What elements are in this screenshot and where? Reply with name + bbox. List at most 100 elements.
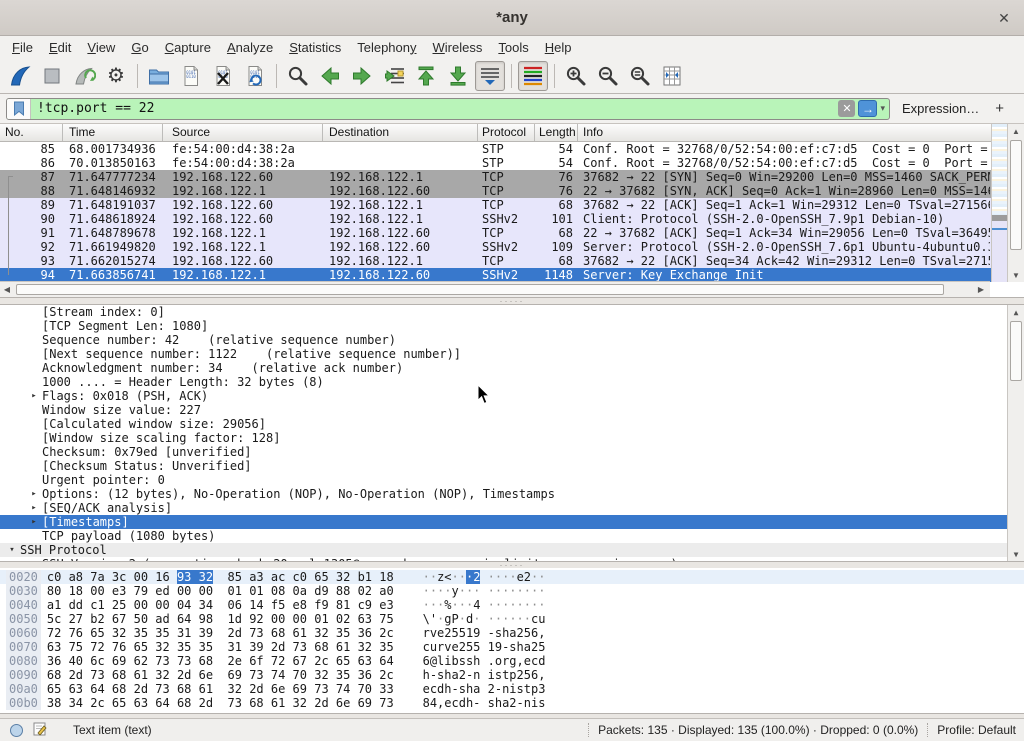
menu-analyze[interactable]: Analyze xyxy=(219,38,281,57)
menu-statistics[interactable]: Statistics xyxy=(281,38,349,57)
hex-bytes[interactable]: 63 75 72 76 65 32 35 35 31 39 2d 73 68 6… xyxy=(47,640,394,654)
scroll-down-icon[interactable]: ▼ xyxy=(1008,547,1024,561)
hex-bytes[interactable]: 72 76 65 32 35 35 31 39 2d 73 68 61 32 3… xyxy=(47,626,394,640)
expand-arrow-icon[interactable]: ▸ xyxy=(26,389,42,403)
save-file-button[interactable]: 01010110 xyxy=(176,61,206,91)
hex-ascii[interactable]: 84,ecdh- sha2-nis xyxy=(423,696,546,710)
hex-row-0040[interactable]: 0040a1 dd c1 25 00 00 04 34 06 14 f5 e8 … xyxy=(0,598,1024,612)
hex-bytes[interactable]: a1 dd c1 25 00 00 04 34 06 14 f5 e8 f9 8… xyxy=(47,598,394,612)
hex-bytes[interactable]: 68 2d 73 68 61 32 2d 6e 69 73 74 70 32 3… xyxy=(47,668,394,682)
restart-capture-button[interactable] xyxy=(69,61,99,91)
filter-input[interactable]: !tcp.port == 22 xyxy=(31,101,838,116)
resize-columns-button[interactable] xyxy=(657,61,687,91)
go-first-button[interactable] xyxy=(411,61,441,91)
detail-line[interactable]: Sequence number: 42 (relative sequence n… xyxy=(0,333,1024,347)
hex-row-0030[interactable]: 003080 18 00 e3 79 ed 00 00 01 01 08 0a … xyxy=(0,584,1024,598)
go-last-button[interactable] xyxy=(443,61,473,91)
column-header-no[interactable]: No. xyxy=(0,124,63,141)
hex-row-0070[interactable]: 007063 75 72 76 65 32 35 35 31 39 2d 73 … xyxy=(0,640,1024,654)
detail-line[interactable]: Urgent pointer: 0 xyxy=(0,473,1024,487)
detail-line[interactable]: [Calculated window size: 29056] xyxy=(0,417,1024,431)
scroll-left-icon[interactable]: ◀ xyxy=(0,282,14,297)
detail-line[interactable]: [Stream index: 0] xyxy=(0,305,1024,319)
column-header-protocol[interactable]: Protocol xyxy=(478,124,535,141)
hex-ascii[interactable]: 6@libssh .org,ecd xyxy=(423,654,546,668)
start-capture-button[interactable] xyxy=(5,61,35,91)
expand-arrow-icon[interactable]: ▸ xyxy=(26,501,42,515)
filter-dropdown-caret-icon[interactable]: ▾ xyxy=(880,103,885,114)
expression-button[interactable]: Expression… xyxy=(902,101,979,116)
menu-tools[interactable]: Tools xyxy=(490,38,536,57)
zoom-in-button[interactable] xyxy=(561,61,591,91)
scroll-up-icon[interactable]: ▲ xyxy=(1008,305,1024,319)
add-filter-button[interactable]: + xyxy=(989,100,1010,117)
hex-bytes[interactable]: 65 63 64 68 2d 73 68 61 32 2d 6e 69 73 7… xyxy=(47,682,394,696)
detail-line[interactable]: Checksum: 0x79ed [unverified] xyxy=(0,445,1024,459)
detail-line[interactable]: ▸Flags: 0x018 (PSH, ACK) xyxy=(0,389,1024,403)
column-header-destination[interactable]: Destination xyxy=(323,124,478,141)
display-filter-field[interactable]: !tcp.port == 22 ✕ → ▾ xyxy=(6,98,890,120)
detail-line[interactable]: TCP payload (1080 bytes) xyxy=(0,529,1024,543)
packet-row-88[interactable]: 8871.648146932192.168.122.1192.168.122.6… xyxy=(0,184,1024,198)
hex-ascii[interactable]: rve25519 -sha256, xyxy=(423,626,546,640)
capture-options-button[interactable]: ⚙ xyxy=(101,61,131,91)
detail-line[interactable]: Window size value: 227 xyxy=(0,403,1024,417)
hex-row-0080[interactable]: 008036 40 6c 69 62 73 73 68 2e 6f 72 67 … xyxy=(0,654,1024,668)
filter-clear-icon[interactable]: ✕ xyxy=(838,100,855,117)
menu-capture[interactable]: Capture xyxy=(157,38,219,57)
column-header-length[interactable]: Length xyxy=(535,124,578,141)
close-file-button[interactable]: 01010110 xyxy=(208,61,238,91)
detail-line[interactable]: Acknowledgment number: 34 (relative ack … xyxy=(0,361,1024,375)
packet-row-93[interactable]: 9371.662015274192.168.122.60192.168.122.… xyxy=(0,254,1024,268)
intelligent-scrollbar-minimap[interactable] xyxy=(991,124,1007,282)
packet-row-94[interactable]: 9471.663856741192.168.122.1192.168.122.6… xyxy=(0,268,1024,282)
column-header-source[interactable]: Source xyxy=(163,124,323,141)
hex-row-0020[interactable]: 0020c0 a8 7a 3c 00 16 93 32 85 a3 ac c0 … xyxy=(0,570,1024,584)
detail-line[interactable]: ▸[Timestamps] xyxy=(0,515,1024,529)
hex-row-0060[interactable]: 006072 76 65 32 35 35 31 39 2d 73 68 61 … xyxy=(0,626,1024,640)
hex-bytes[interactable]: 36 40 6c 69 62 73 73 68 2e 6f 72 67 2c 6… xyxy=(47,654,394,668)
detail-line[interactable]: [Checksum Status: Unverified] xyxy=(0,459,1024,473)
expert-info-icon[interactable] xyxy=(10,724,23,737)
filter-apply-icon[interactable]: → xyxy=(858,100,877,117)
stop-capture-button[interactable] xyxy=(37,61,67,91)
packet-row-86[interactable]: 8670.013850163fe:54:00:d4:38:2aSTP54Conf… xyxy=(0,156,1024,170)
hex-ascii[interactable]: ··z<···2 ····e2·· xyxy=(423,570,546,584)
reload-file-button[interactable]: 01010110 xyxy=(240,61,270,91)
menu-go[interactable]: Go xyxy=(123,38,156,57)
packet-row-91[interactable]: 9171.648789678192.168.122.1192.168.122.6… xyxy=(0,226,1024,240)
menu-view[interactable]: View xyxy=(79,38,123,57)
scroll-right-icon[interactable]: ▶ xyxy=(974,282,988,297)
hex-row-00a0[interactable]: 00a065 63 64 68 2d 73 68 61 32 2d 6e 69 … xyxy=(0,682,1024,696)
auto-scroll-button[interactable] xyxy=(475,61,505,91)
column-header-info[interactable]: Info xyxy=(578,124,990,141)
packet-row-92[interactable]: 9271.661949820192.168.122.1192.168.122.6… xyxy=(0,240,1024,254)
go-back-button[interactable] xyxy=(315,61,345,91)
expand-arrow-icon[interactable]: ▸ xyxy=(26,515,42,529)
hex-ascii[interactable]: curve255 19-sha25 xyxy=(423,640,546,654)
menu-telephony[interactable]: Telephony xyxy=(349,38,424,57)
menu-help[interactable]: Help xyxy=(537,38,580,57)
details-vertical-scrollbar[interactable]: ▲▼ xyxy=(1007,305,1024,561)
packet-row-87[interactable]: 8771.647777234192.168.122.60192.168.122.… xyxy=(0,170,1024,184)
hex-ascii[interactable]: \'·gP·d· ······cu xyxy=(423,612,546,626)
scrollbar-thumb[interactable] xyxy=(1010,140,1022,250)
go-forward-button[interactable] xyxy=(347,61,377,91)
menu-edit[interactable]: Edit xyxy=(41,38,79,57)
hex-bytes[interactable]: 38 34 2c 65 63 64 68 2d 73 68 61 32 2d 6… xyxy=(47,696,394,710)
hex-ascii[interactable]: h-sha2-n istp256, xyxy=(423,668,546,682)
scrollbar-thumb[interactable] xyxy=(1010,321,1022,381)
expand-arrow-icon[interactable]: ▸ xyxy=(26,487,42,501)
zoom-out-button[interactable] xyxy=(593,61,623,91)
detail-line[interactable]: ▸Options: (12 bytes), No-Operation (NOP)… xyxy=(0,487,1024,501)
close-icon[interactable]: ✕ xyxy=(994,8,1014,28)
open-file-button[interactable] xyxy=(144,61,174,91)
colorize-button[interactable] xyxy=(518,61,548,91)
detail-line[interactable]: ▾SSH Protocol xyxy=(0,543,1024,557)
hex-row-00b0[interactable]: 00b038 34 2c 65 63 64 68 2d 73 68 61 32 … xyxy=(0,696,1024,710)
go-to-packet-button[interactable] xyxy=(379,61,409,91)
detail-line[interactable]: 1000 .... = Header Length: 32 bytes (8) xyxy=(0,375,1024,389)
packet-row-85[interactable]: 8568.001734936fe:54:00:d4:38:2aSTP54Conf… xyxy=(0,142,1024,156)
detail-line[interactable]: [Next sequence number: 1122 (relative se… xyxy=(0,347,1024,361)
hex-ascii[interactable]: ····y··· ········ xyxy=(423,584,546,598)
